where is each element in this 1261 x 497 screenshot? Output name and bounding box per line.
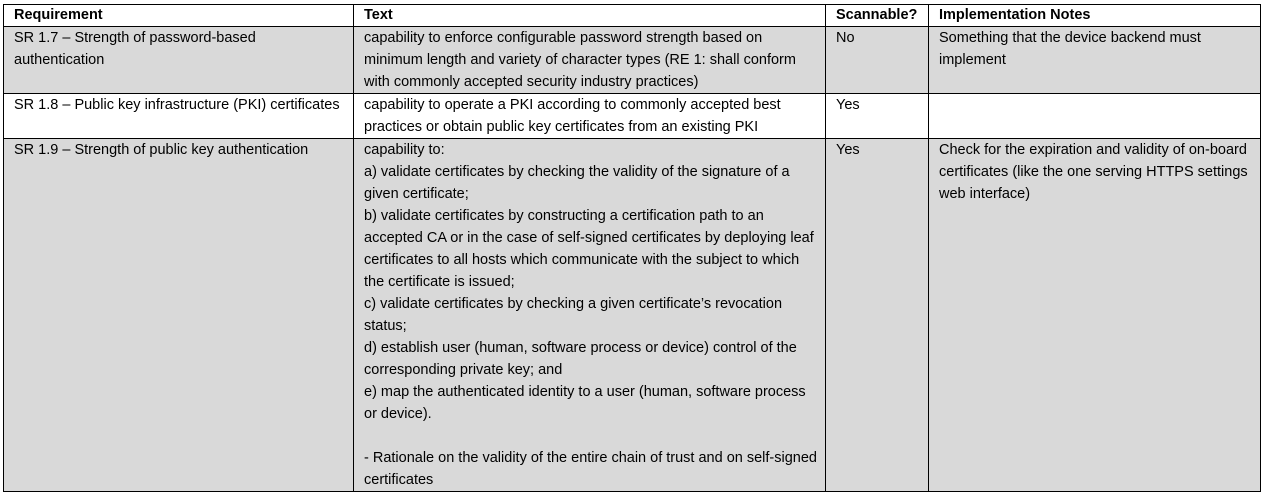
text-cell: capability to enforce configurable passw… — [353, 26, 826, 94]
requirement-cell: SR 1.7 – Strength of password-based auth… — [3, 26, 354, 94]
text-line: e) map the authenticated identity to a u… — [364, 384, 806, 422]
header-row: Requirement Text Scannable? Implementati… — [3, 4, 1261, 27]
text-cell: capability to: a) validate certificates … — [353, 138, 826, 492]
text-line: capability to: — [364, 142, 445, 158]
scannable-cell: No — [825, 26, 929, 94]
requirements-table: Requirement Text Scannable? Implementati… — [3, 4, 1261, 492]
table-row: SR 1.9 – Strength of public key authenti… — [3, 138, 1261, 492]
text-cell: capability to operate a PKI according to… — [353, 93, 826, 139]
text-line: a) validate certificates by checking the… — [364, 164, 790, 202]
header-requirement: Requirement — [3, 4, 354, 27]
header-implementation-notes: Implementation Notes — [928, 4, 1261, 27]
notes-cell: Something that the device backend must i… — [928, 26, 1261, 94]
requirement-cell: SR 1.8 – Public key infrastructure (PKI)… — [3, 93, 354, 139]
scannable-cell: Yes — [825, 93, 929, 139]
requirement-cell: SR 1.9 – Strength of public key authenti… — [3, 138, 354, 492]
table-row: SR 1.7 – Strength of password-based auth… — [3, 26, 1261, 94]
text-line: - Rationale on the validity of the entir… — [364, 450, 817, 488]
notes-cell — [928, 93, 1261, 139]
text-line: c) validate certificates by checking a g… — [364, 296, 783, 334]
table-row: SR 1.8 – Public key infrastructure (PKI)… — [3, 93, 1261, 139]
scannable-cell: Yes — [825, 138, 929, 492]
notes-cell: Check for the expiration and validity of… — [928, 138, 1261, 492]
text-line: d) establish user (human, software proce… — [364, 340, 797, 378]
header-text: Text — [353, 4, 826, 27]
header-scannable: Scannable? — [825, 4, 929, 27]
text-line: b) validate certificates by constructing… — [364, 208, 814, 290]
